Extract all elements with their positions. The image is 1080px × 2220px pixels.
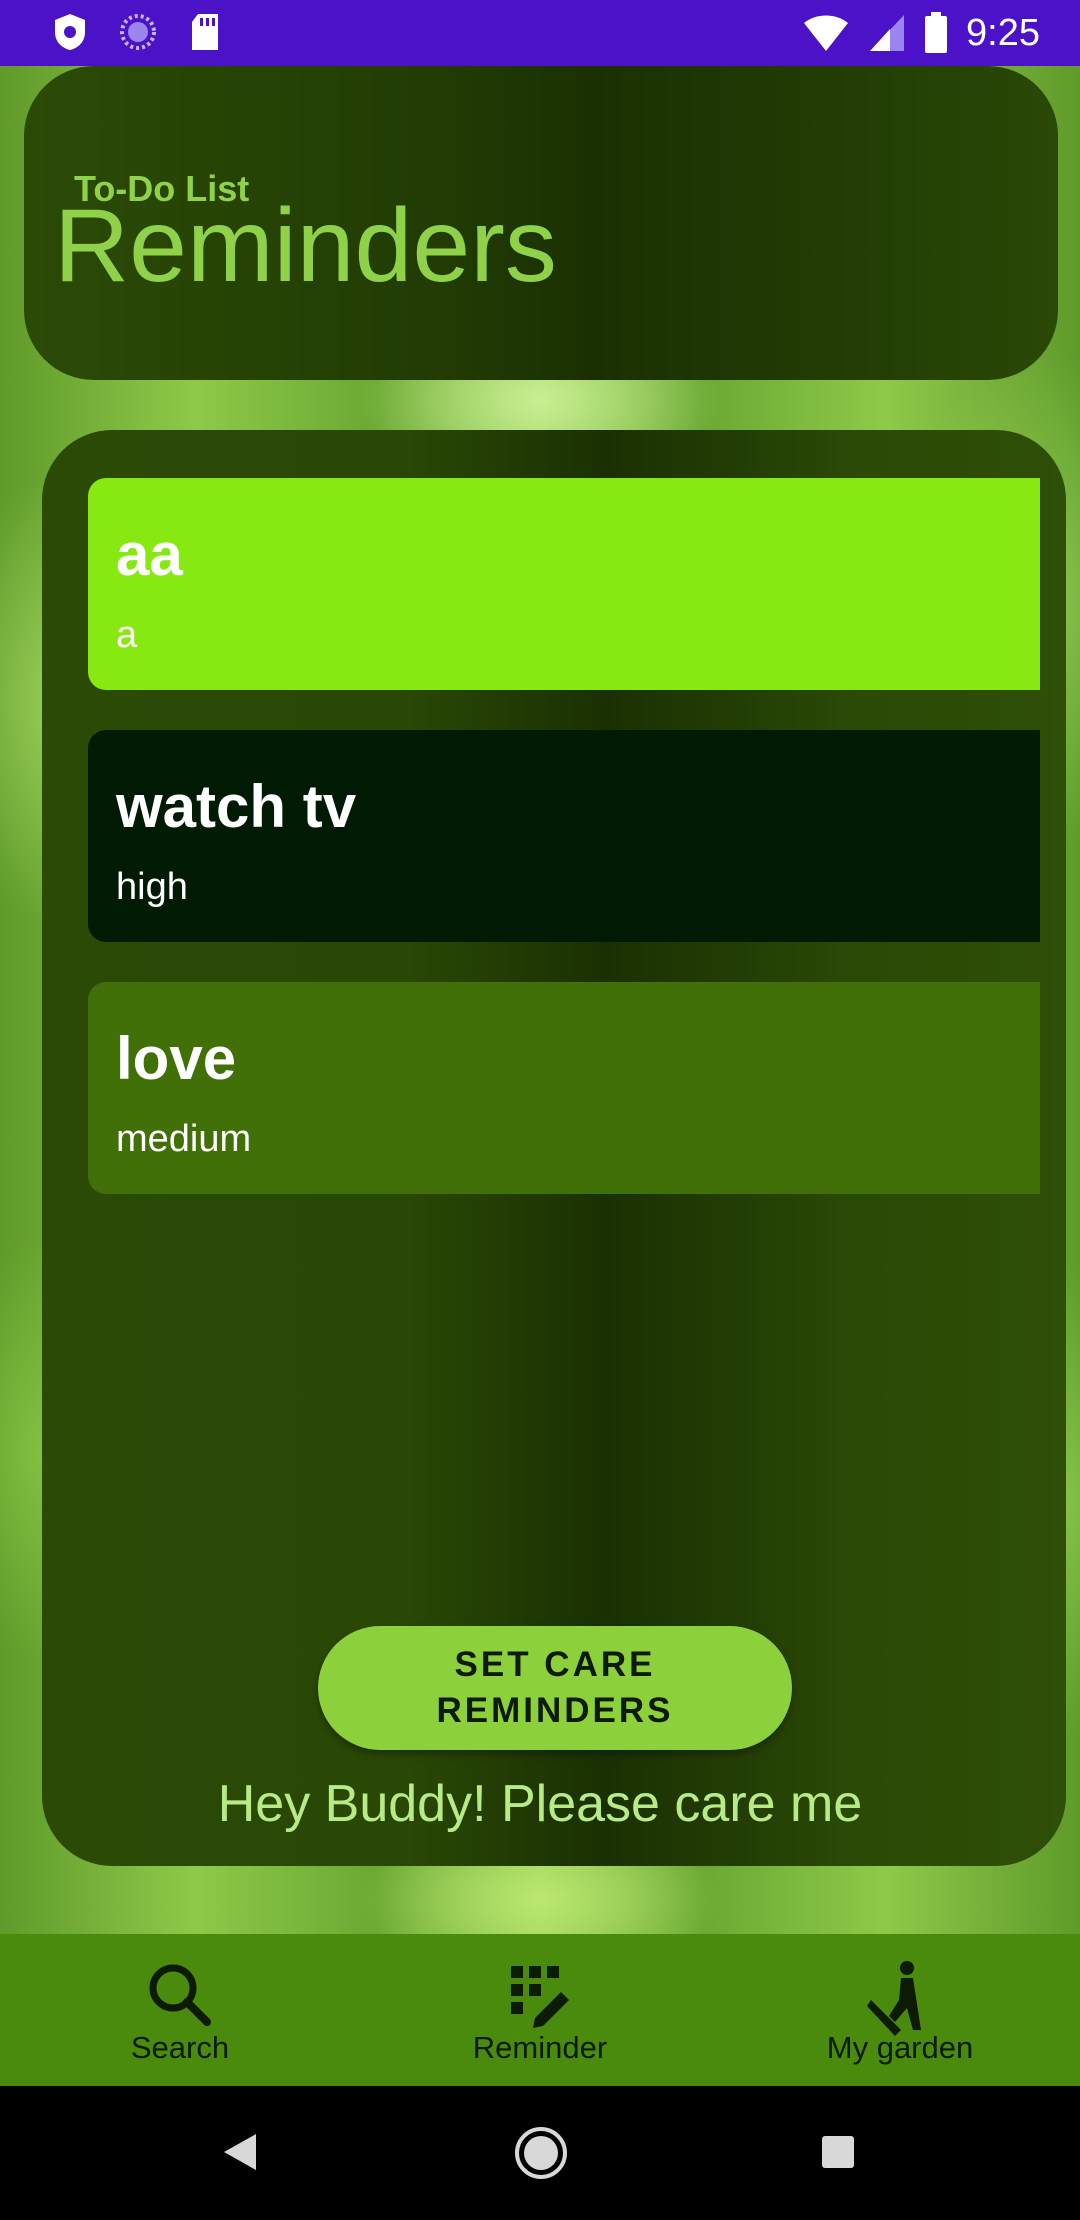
reminder-title: aa xyxy=(116,521,183,588)
nav-label-reminder: Reminder xyxy=(472,2030,608,2065)
nav-label-search: Search xyxy=(130,2030,230,2065)
system-navigation-bar xyxy=(0,2086,1080,2220)
reminder-priority: medium xyxy=(116,1118,252,1160)
status-time: 9:25 xyxy=(966,12,1040,54)
reminder-title: watch tv xyxy=(116,773,357,840)
page-title: Reminders xyxy=(54,188,557,304)
status-bar: 9:25 xyxy=(0,0,1080,66)
reminder-item[interactable]: aa a xyxy=(88,478,1040,690)
home-icon[interactable] xyxy=(514,2126,568,2180)
bottom-navigation: Search Reminder My garden xyxy=(0,1934,1080,2086)
sync-icon xyxy=(120,14,156,50)
reminders-screen: 9:25 To-Do List Reminders aa a watch tv … xyxy=(0,0,1080,2220)
search-icon xyxy=(149,1964,211,2026)
reminder-priority: a xyxy=(116,614,138,656)
care-message: Hey Buddy! Please care me xyxy=(217,1775,863,1833)
recents-icon[interactable] xyxy=(820,2134,856,2170)
wifi-icon xyxy=(804,15,849,51)
nav-item-reminder[interactable]: Reminder xyxy=(360,1934,720,2086)
set-care-reminders-button[interactable]: SET CARE REMINDERS xyxy=(318,1626,792,1750)
shield-icon xyxy=(55,14,85,50)
battery-icon xyxy=(925,12,948,53)
nav-item-my-garden[interactable]: My garden xyxy=(720,1934,1080,2086)
sd-card-icon xyxy=(192,14,218,50)
gardening-icon xyxy=(867,1961,921,2036)
nav-label-my-garden: My garden xyxy=(826,2030,974,2065)
reminder-icon xyxy=(511,1966,569,2028)
reminder-item[interactable]: watch tv high xyxy=(88,730,1040,942)
set-care-reminders-label: SET CARE REMINDERS xyxy=(436,1645,674,1730)
nav-item-search[interactable]: Search xyxy=(0,1934,360,2086)
signal-icon xyxy=(870,15,905,51)
back-icon[interactable] xyxy=(222,2132,258,2172)
reminder-priority: high xyxy=(116,866,188,908)
reminder-item[interactable]: love medium xyxy=(88,982,1040,1194)
reminder-title: love xyxy=(116,1025,237,1092)
